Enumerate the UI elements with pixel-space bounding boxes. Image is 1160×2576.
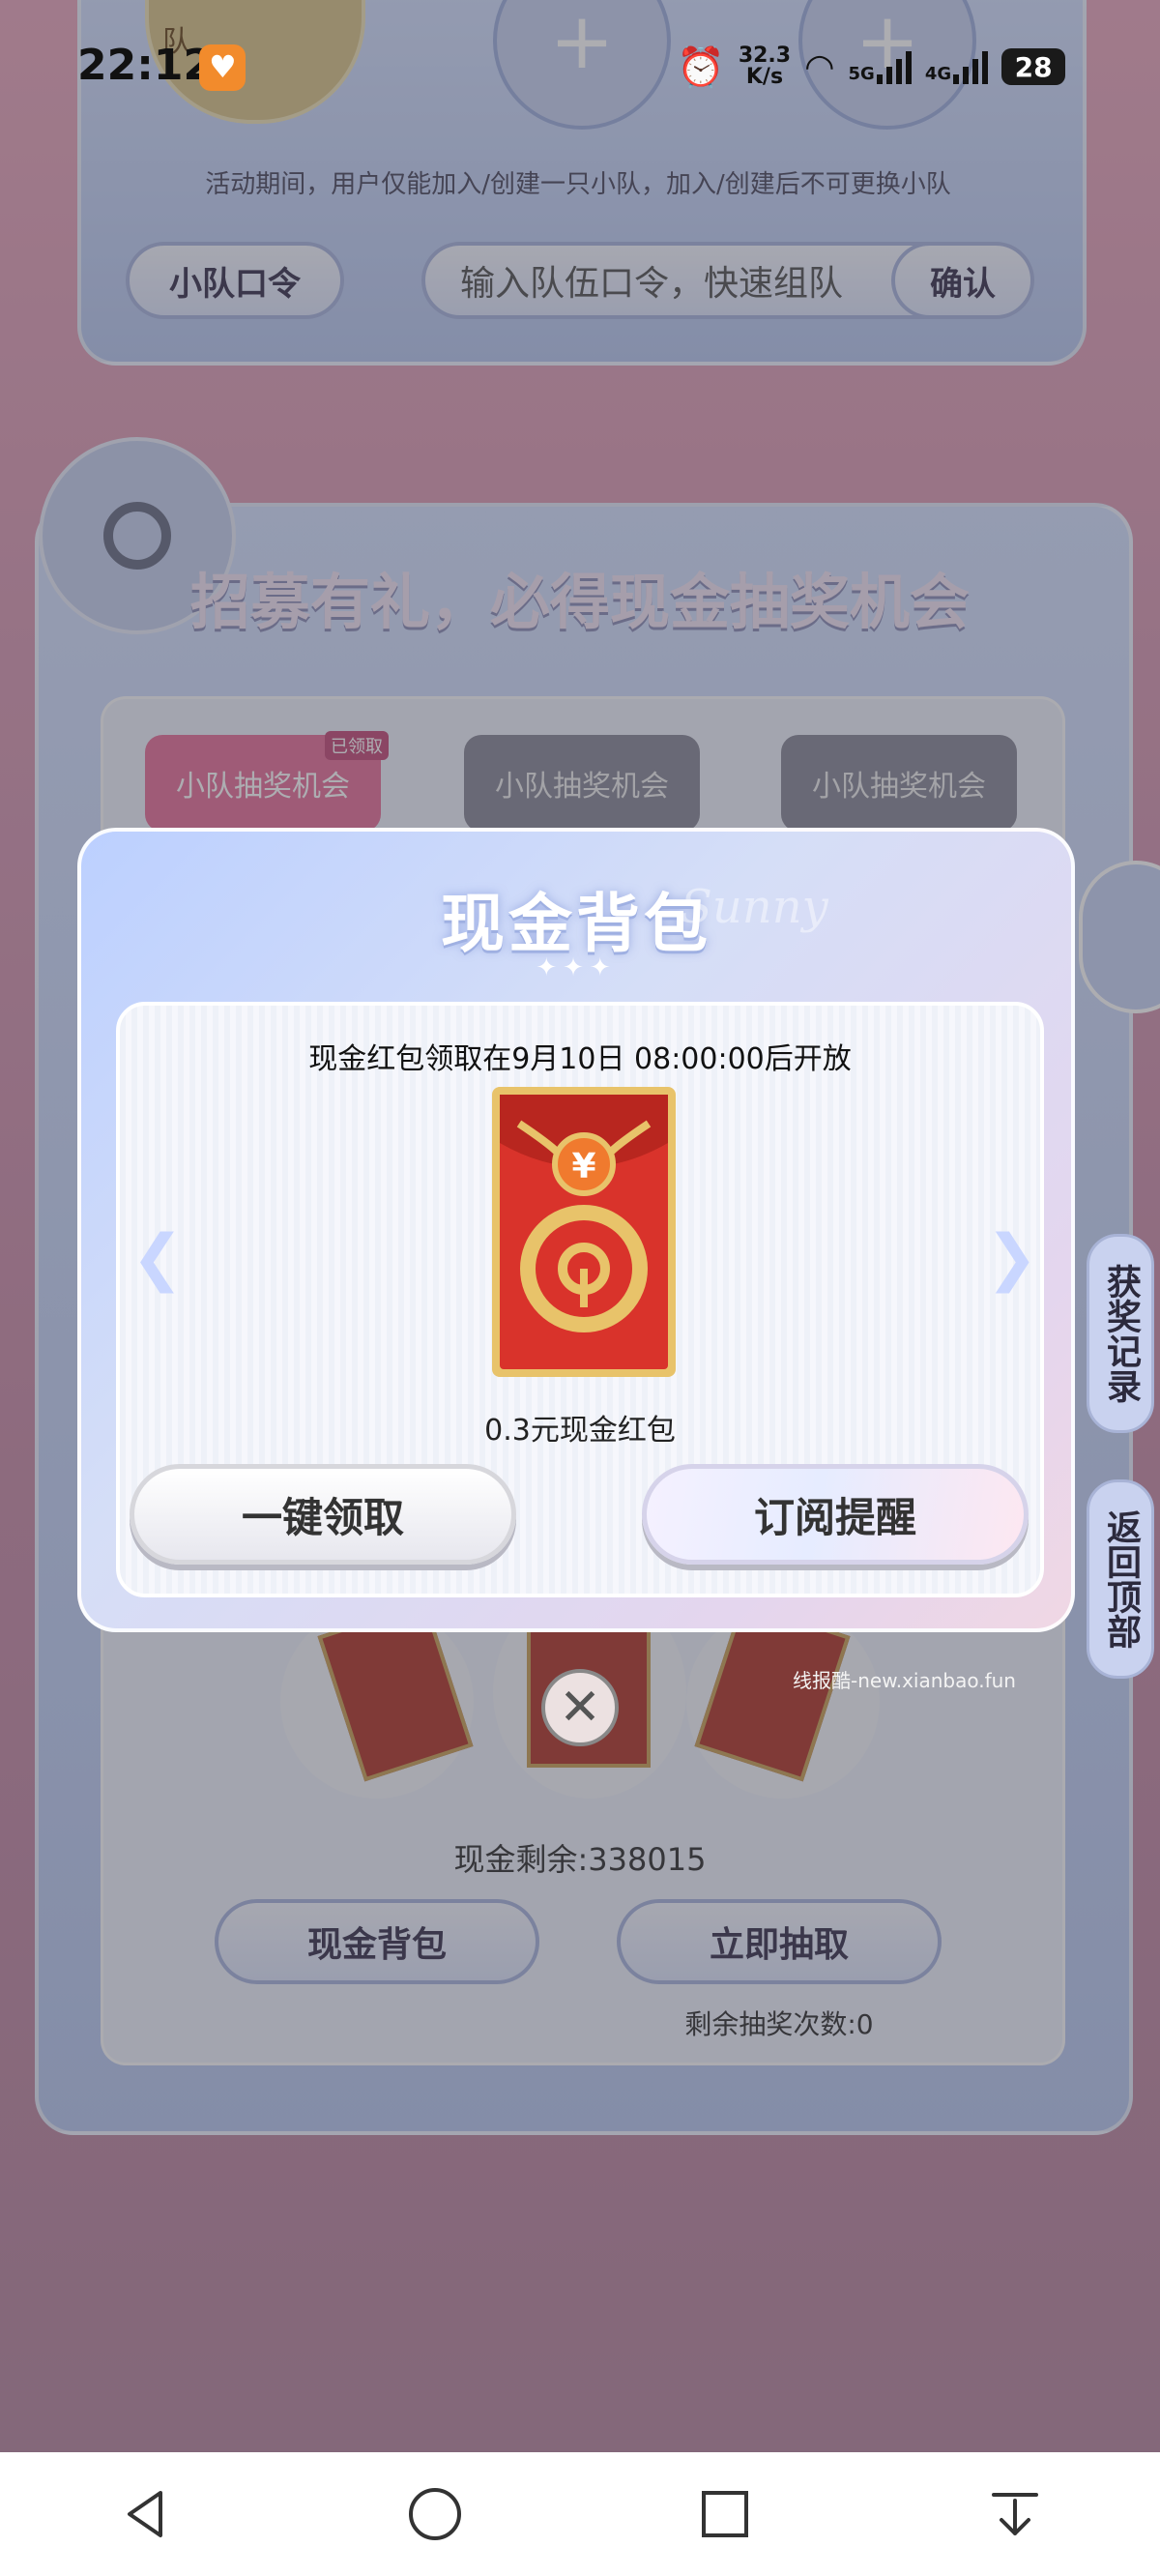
open-time-notice: 现金红包领取在9月10日 08:00:00后开放: [308, 1042, 852, 1076]
status-time: 22:12: [77, 41, 214, 90]
prev-arrow-icon[interactable]: ❮: [131, 1222, 184, 1294]
sparkle-icon: ✦✦✦: [536, 953, 617, 982]
notification-pull-icon[interactable]: [976, 2475, 1054, 2553]
svg-text:¥: ¥: [571, 1147, 595, 1186]
next-arrow-icon[interactable]: ❯: [986, 1222, 1038, 1294]
back-to-top-label: 返回顶部: [1101, 1509, 1141, 1649]
subscribe-reminder-button[interactable]: 订阅提醒: [642, 1464, 1029, 1565]
app-notification-icon: [199, 44, 246, 91]
watermark: 线报酷-new.xianbao.fun: [793, 1669, 1016, 1692]
battery-icon: 28: [1001, 48, 1066, 85]
signal-5g-label: 5G: [848, 64, 875, 84]
status-icons: ⏰ 32.3 K/s ◠ 5G 4G 28: [677, 43, 1066, 91]
award-record-label: 获奖记录: [1101, 1264, 1141, 1403]
system-nav-bar: [0, 2452, 1160, 2576]
modal-content: 现金红包领取在9月10日 08:00:00后开放 ¥ 0.3元现金红包 一键领取…: [116, 1002, 1044, 1597]
signal-bars-icon: [953, 49, 989, 84]
signal-5g: 5G: [849, 49, 912, 84]
battery-level: 28: [1014, 50, 1053, 83]
award-record-tab[interactable]: 获奖记录: [1087, 1234, 1154, 1433]
home-icon[interactable]: [396, 2475, 474, 2553]
net-speed-unit: K/s: [745, 65, 784, 89]
recents-icon[interactable]: [686, 2475, 764, 2553]
net-speed: 32.3 K/s: [739, 45, 791, 88]
back-icon[interactable]: [106, 2475, 184, 2553]
back-to-top-tab[interactable]: 返回顶部: [1087, 1479, 1154, 1679]
signal-bars-icon: [876, 49, 912, 84]
status-bar: 22:12 ⏰ 32.3 K/s ◠ 5G 4G 28: [0, 0, 1160, 135]
signal-4g: 4G: [924, 49, 989, 84]
envelope-amount: 0.3元现金红包: [484, 1414, 676, 1448]
signal-4g-label: 4G: [924, 64, 952, 84]
modal-signature: Sunny: [681, 880, 828, 934]
cash-wallet-modal: 现金背包 Sunny ✦✦✦ 现金红包领取在9月10日 08:00:00后开放 …: [77, 828, 1075, 1632]
claim-all-button[interactable]: 一键领取: [130, 1464, 516, 1565]
modal-title: 现金背包: [441, 887, 711, 961]
close-icon[interactable]: ✕: [541, 1669, 619, 1746]
red-envelope-icon: ¥: [492, 1087, 676, 1377]
alarm-icon: ⏰: [677, 44, 725, 90]
wifi-icon: ◠: [804, 46, 835, 87]
